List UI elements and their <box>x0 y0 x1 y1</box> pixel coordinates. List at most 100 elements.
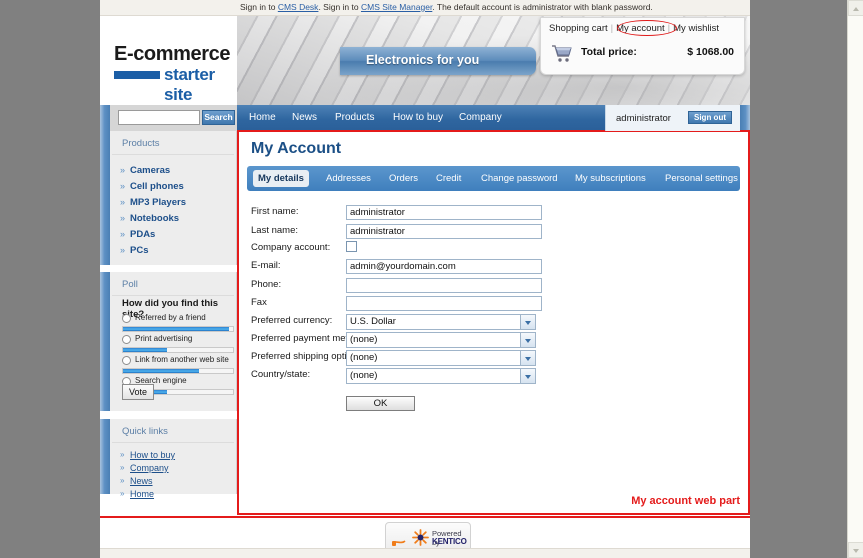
quick-link-home[interactable]: Home <box>130 489 154 499</box>
field-label: Preferred shipping option: <box>251 351 360 362</box>
chevron-down-icon[interactable] <box>520 351 535 365</box>
nav-item-home[interactable]: Home <box>249 112 276 123</box>
poll-option-label: Referred by a friend <box>135 313 206 322</box>
poll-result-bar <box>122 347 234 353</box>
search-input[interactable] <box>118 110 200 125</box>
notice-prefix: Sign in to <box>240 2 278 12</box>
product-bullet-icon: » <box>120 165 126 175</box>
chevron-down-icon[interactable] <box>520 315 535 329</box>
field-select-value: (none) <box>350 370 378 381</box>
nav-right-accent <box>740 105 750 131</box>
poll-option-label: Print advertising <box>135 334 193 343</box>
tab-personal-settings[interactable]: Personal settings <box>660 170 743 187</box>
vote-button[interactable]: Vote <box>122 384 154 400</box>
quick-link-how-to-buy[interactable]: How to buy <box>130 450 175 460</box>
company-account-checkbox[interactable] <box>346 241 357 252</box>
ok-button[interactable]: OK <box>346 396 415 411</box>
banner-tagline-tab: Electronics for you <box>340 47 536 75</box>
field-label: First name: <box>251 206 299 217</box>
nav-item-news[interactable]: News <box>292 112 317 123</box>
nav-item-products[interactable]: Products <box>335 112 374 123</box>
nav-item-company[interactable]: Company <box>459 112 502 123</box>
sidebar-item-pcs[interactable]: PCs <box>130 245 148 256</box>
field-select[interactable]: (none) <box>346 368 536 384</box>
quick-link-bullet-icon: » <box>120 476 125 485</box>
field-input[interactable] <box>346 296 542 311</box>
quick-links-panel-title: Quick links <box>122 426 168 437</box>
field-input[interactable] <box>346 224 542 239</box>
quick-links-panel-accent <box>100 419 110 494</box>
radio-icon[interactable] <box>122 335 131 344</box>
field-label: E-mail: <box>251 260 281 271</box>
scroll-down-arrow[interactable] <box>848 542 863 558</box>
tab-my-subscriptions[interactable]: My subscriptions <box>570 170 651 187</box>
chevron-down-icon[interactable] <box>520 333 535 347</box>
sidebar-item-mp3-players[interactable]: MP3 Players <box>130 197 186 208</box>
field-select[interactable]: (none) <box>346 332 536 348</box>
sidebar-item-cameras[interactable]: Cameras <box>130 165 170 176</box>
page-bottom-strip <box>100 548 750 558</box>
tab-credit[interactable]: Credit <box>431 170 466 187</box>
poll-result-bar <box>122 368 234 374</box>
field-label: Country/state: <box>251 369 311 380</box>
kentico-brand-text: KENTICO <box>432 537 467 546</box>
field-label: Preferred currency: <box>251 315 333 326</box>
scrollbar-track[interactable] <box>848 16 863 542</box>
field-label: Last name: <box>251 225 298 236</box>
page-title: My Account <box>251 140 342 157</box>
user-panel: administrator Sign out <box>605 105 740 131</box>
field-label: Fax <box>251 297 267 308</box>
sidebar-item-cell-phones[interactable]: Cell phones <box>130 181 184 192</box>
quick-links-panel-rule <box>112 442 234 443</box>
poll-panel: Poll How did you find this site? Referre… <box>100 272 237 411</box>
current-user-name: administrator <box>616 113 671 124</box>
footer-red-rule <box>100 516 750 518</box>
field-select[interactable]: U.S. Dollar <box>346 314 536 330</box>
products-panel: Products » Cameras » Cell phones » MP3 Player… <box>100 131 237 265</box>
notice-suffix: . The default account is administrator w… <box>432 2 653 12</box>
search-button[interactable]: Search <box>202 110 235 125</box>
account-tabs: My details Addresses Orders Credit Change pa… <box>247 166 740 191</box>
shopping-cart-link[interactable]: Shopping cart <box>549 23 608 34</box>
quick-link-company[interactable]: Company <box>130 463 169 473</box>
tab-orders[interactable]: Orders <box>384 170 423 187</box>
search-box: Search <box>110 105 237 131</box>
radio-icon[interactable] <box>122 356 131 365</box>
sign-out-button[interactable]: Sign out <box>688 111 732 124</box>
field-select[interactable]: (none) <box>346 350 536 366</box>
sidebar-item-notebooks[interactable]: Notebooks <box>130 213 179 224</box>
tab-addresses[interactable]: Addresses <box>321 170 376 187</box>
plug-cable-icon <box>392 540 406 546</box>
radio-icon[interactable] <box>122 314 131 323</box>
field-label: Phone: <box>251 279 282 290</box>
navigation-bar: Search Home News Products How to buy Company… <box>100 105 750 131</box>
quick-link-bullet-icon: » <box>120 489 125 498</box>
poll-panel-title: Poll <box>122 279 138 290</box>
field-input[interactable] <box>346 278 542 293</box>
my-account-web-part: My Account My details Addresses Orders Cred… <box>237 130 750 515</box>
field-input[interactable] <box>346 205 542 220</box>
site-logo[interactable]: E-commerce starter site <box>100 16 237 105</box>
banner-tagline-text: Electronics for you <box>366 53 480 67</box>
site-header: Electronics for you E-commerce starter s… <box>100 16 750 105</box>
quick-link-news[interactable]: News <box>130 476 153 486</box>
poll-result-bar-fill <box>123 369 199 373</box>
logo-bar-decoration <box>114 71 160 79</box>
product-bullet-icon: » <box>120 181 126 191</box>
poll-panel-rule <box>112 295 234 296</box>
my-wishlist-link[interactable]: My wishlist <box>673 23 719 34</box>
chevron-down-icon[interactable] <box>520 369 535 383</box>
scroll-up-arrow[interactable] <box>848 0 863 16</box>
sidebar-item-pdas[interactable]: PDAs <box>130 229 155 240</box>
field-input[interactable] <box>346 259 542 274</box>
cms-desk-link[interactable]: CMS Desk <box>278 2 319 12</box>
tab-my-details[interactable]: My details <box>253 170 309 187</box>
field-label: Company account: <box>251 242 331 253</box>
logo-line-1: E-commerce <box>114 43 231 65</box>
cms-site-manager-link[interactable]: CMS Site Manager <box>361 2 432 12</box>
tab-change-password[interactable]: Change password <box>476 170 563 187</box>
web-part-annotation-label: My account web part <box>631 495 740 507</box>
poll-result-bar-fill <box>123 348 167 352</box>
vertical-scrollbar[interactable] <box>847 0 863 558</box>
nav-item-how-to-buy[interactable]: How to buy <box>393 112 443 123</box>
